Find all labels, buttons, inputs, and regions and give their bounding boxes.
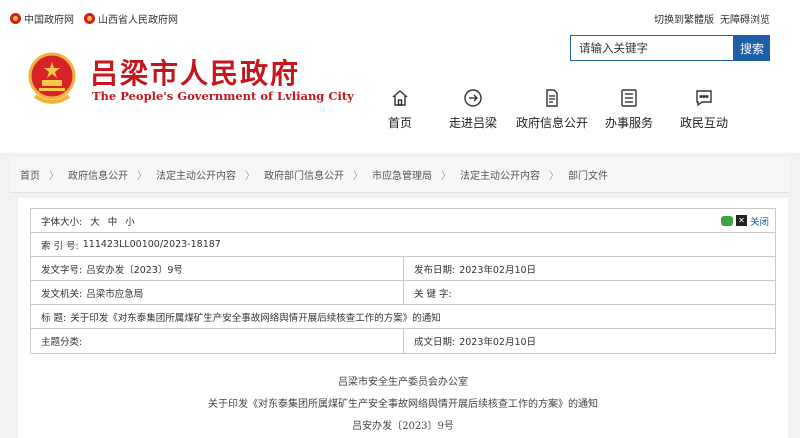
table-row: 发文机关: 吕梁市应急局 关 键 字:: [31, 281, 775, 305]
issuer-label: 发文机关:: [41, 288, 83, 300]
link-shanxi-gov[interactable]: 山西省人民政府网: [84, 11, 178, 26]
nav-interaction[interactable]: 政民互动: [680, 88, 728, 131]
site-subtitle: The People's Government of Lvliang City: [92, 89, 354, 103]
breadcrumb-separator: 〉: [353, 171, 363, 182]
breadcrumb-separator: 〉: [137, 171, 147, 182]
table-row: 主题分类: 成文日期: 2023年02月10日: [31, 329, 775, 353]
breadcrumb-item[interactable]: 法定主动公开内容: [156, 167, 236, 182]
breadcrumb-item[interactable]: 政府部门信息公开: [264, 167, 344, 182]
arrow-circle-icon: [464, 89, 482, 107]
font-size-control: 字体大小: 大 中 小: [31, 209, 143, 232]
breadcrumb-item[interactable]: 法定主动公开内容: [460, 167, 540, 182]
emblem-icon: [84, 13, 95, 24]
doc-number-label: 发文字号:: [41, 264, 83, 276]
font-size-small[interactable]: 小: [125, 214, 135, 228]
index-value: 111423LL00100/2023-18187: [82, 239, 221, 250]
close-button[interactable]: 关闭: [750, 214, 769, 228]
keyword-label: 关 键 字:: [414, 288, 452, 300]
doc-number-value: 吕安办发〔2023〕9号: [86, 264, 183, 276]
breadcrumb-item[interactable]: 政府信息公开: [68, 167, 128, 182]
written-date-value: 2023年02月10日: [459, 337, 537, 348]
breadcrumb: 首页 〉 政府信息公开 〉 法定主动公开内容 〉 政府部门信息公开 〉 市应急管…: [10, 157, 790, 193]
link-gov-cn[interactable]: 中国政府网: [10, 11, 74, 26]
breadcrumb-separator: 〉: [49, 171, 59, 182]
breadcrumb-separator: 〉: [549, 171, 559, 182]
title-value: 关于印发《对东泰集团所属煤矿生产安全事故网络舆情开展后续核查工作的方案》的通知: [70, 312, 441, 324]
nav-info-disclosure[interactable]: 政府信息公开: [516, 88, 588, 131]
nav-home[interactable]: 首页: [388, 88, 412, 131]
top-right-links: 切换到繁體版 无障碍浏览: [648, 11, 770, 26]
doc-number: 吕安办发〔2023〕9号: [352, 421, 454, 432]
breadcrumb-item[interactable]: 首页: [20, 167, 40, 182]
list-icon: [621, 89, 637, 107]
doc-title: 关于印发《对东泰集团所属煤矿生产安全事故网络舆情开展后续核查工作的方案》的通知: [208, 399, 598, 410]
breadcrumb-separator: 〉: [441, 171, 451, 182]
emblem-icon: [10, 13, 21, 24]
chat-icon: [696, 90, 712, 107]
nav-services[interactable]: 办事服务: [605, 88, 653, 131]
search-box: 搜索: [570, 35, 770, 61]
table-row: 索 引 号: 111423LL00100/2023-18187: [31, 233, 775, 257]
topic-label: 主题分类:: [41, 337, 83, 348]
table-row: 标 题: 关于印发《对东泰集团所属煤矿生产安全事故网络舆情开展后续核查工作的方案…: [31, 305, 775, 329]
home-icon: [392, 90, 408, 106]
font-size-large[interactable]: 大: [90, 214, 100, 228]
metadata-table: 字体大小: 大 中 小 ✕ 关闭 索 引 号: 111423LL00100/20…: [30, 208, 776, 354]
breadcrumb-separator: 〉: [245, 171, 255, 182]
publish-date-label: 发布日期:: [414, 264, 456, 276]
top-bar: 中国政府网 山西省人民政府网 切换到繁體版 无障碍浏览: [0, 0, 800, 30]
font-size-label: 字体大小:: [41, 216, 83, 228]
breadcrumb-item[interactable]: 市应急管理局: [372, 167, 432, 182]
issuer-value: 吕梁市应急局: [86, 288, 144, 300]
traditional-chinese-link[interactable]: 切换到繁體版: [654, 11, 714, 26]
index-label: 索 引 号:: [41, 240, 79, 252]
search-input[interactable]: [570, 35, 734, 61]
top-links: 中国政府网 山西省人民政府网: [10, 11, 188, 26]
wechat-share-icon[interactable]: [720, 215, 733, 226]
title-label: 标 题:: [41, 312, 67, 324]
accessibility-link[interactable]: 无障碍浏览: [720, 11, 770, 26]
font-size-medium[interactable]: 中: [108, 214, 118, 228]
publish-date-value: 2023年02月10日: [459, 264, 537, 276]
written-date-label: 成文日期:: [414, 337, 456, 348]
document-body: 吕梁市安全生产委员会办公室 关于印发《对东泰集团所属煤矿生产安全事故网络舆情开展…: [18, 372, 788, 438]
article-tools: ✕ 关闭: [720, 209, 775, 232]
national-emblem-logo[interactable]: [27, 52, 77, 108]
search-button[interactable]: 搜索: [734, 35, 770, 61]
breadcrumb-item[interactable]: 部门文件: [568, 167, 608, 182]
document-icon: [546, 89, 558, 107]
doc-issuer: 吕梁市安全生产委员会办公室: [338, 377, 468, 388]
site-title: 吕梁市人民政府: [90, 57, 301, 90]
table-row: 字体大小: 大 中 小 ✕ 关闭: [31, 209, 775, 233]
close-icon[interactable]: ✕: [735, 215, 747, 226]
table-row: 发文字号: 吕安办发〔2023〕9号 发布日期: 2023年02月10日: [31, 257, 775, 281]
nav-about-lvliang[interactable]: 走进吕梁: [449, 88, 497, 131]
